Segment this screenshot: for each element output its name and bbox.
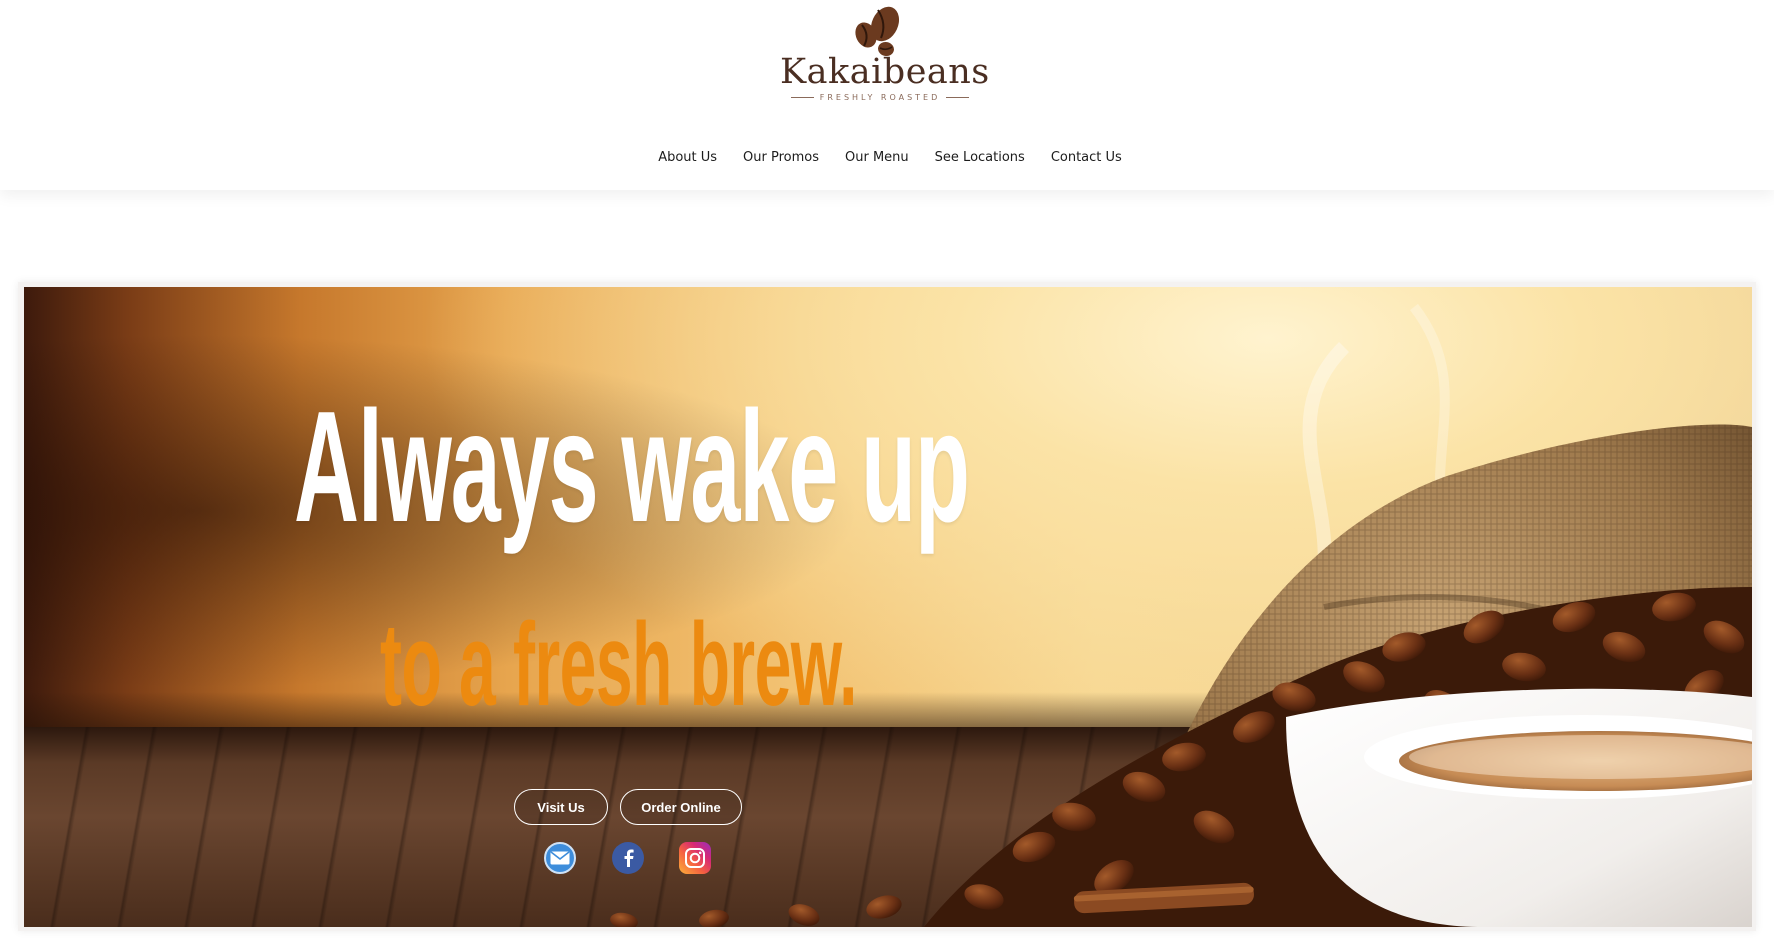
main-nav: About Us Our Promos Our Menu See Locatio… — [0, 150, 1774, 165]
nav-our-menu[interactable]: Our Menu — [845, 150, 909, 165]
instagram-icon[interactable] — [679, 842, 711, 874]
instagram-glyph — [685, 848, 705, 868]
order-online-button[interactable]: Order Online — [620, 789, 742, 825]
facebook-icon[interactable] — [612, 842, 644, 874]
tagline-rule-left — [791, 96, 814, 98]
hero-subline: to a fresh brew. — [380, 599, 858, 731]
nav-see-locations[interactable]: See Locations — [935, 150, 1025, 165]
hero-banner: Always wake up to a fresh brew. Visit Us… — [24, 287, 1752, 927]
tagline-rule-right — [946, 96, 969, 98]
nav-our-promos[interactable]: Our Promos — [743, 150, 819, 165]
facebook-glyph — [624, 849, 634, 867]
brand-logo[interactable]: Kakaibeans FRESHLY ROASTED — [780, 2, 990, 103]
hero-headline: Always wake up — [294, 379, 970, 555]
site-header: Kakaibeans FRESHLY ROASTED About Us Our … — [0, 0, 1774, 190]
nav-about-us[interactable]: About Us — [658, 150, 717, 165]
email-icon[interactable] — [544, 842, 576, 874]
nav-contact-us[interactable]: Contact Us — [1051, 150, 1122, 165]
visit-us-button[interactable]: Visit Us — [514, 789, 608, 825]
brand-tagline-row: FRESHLY ROASTED — [791, 91, 969, 103]
coffee-beans-logo-icon — [855, 6, 900, 57]
brand-name: Kakaibeans — [780, 52, 990, 92]
envelope-glyph — [550, 851, 570, 865]
brand-tagline: FRESHLY ROASTED — [819, 92, 941, 102]
